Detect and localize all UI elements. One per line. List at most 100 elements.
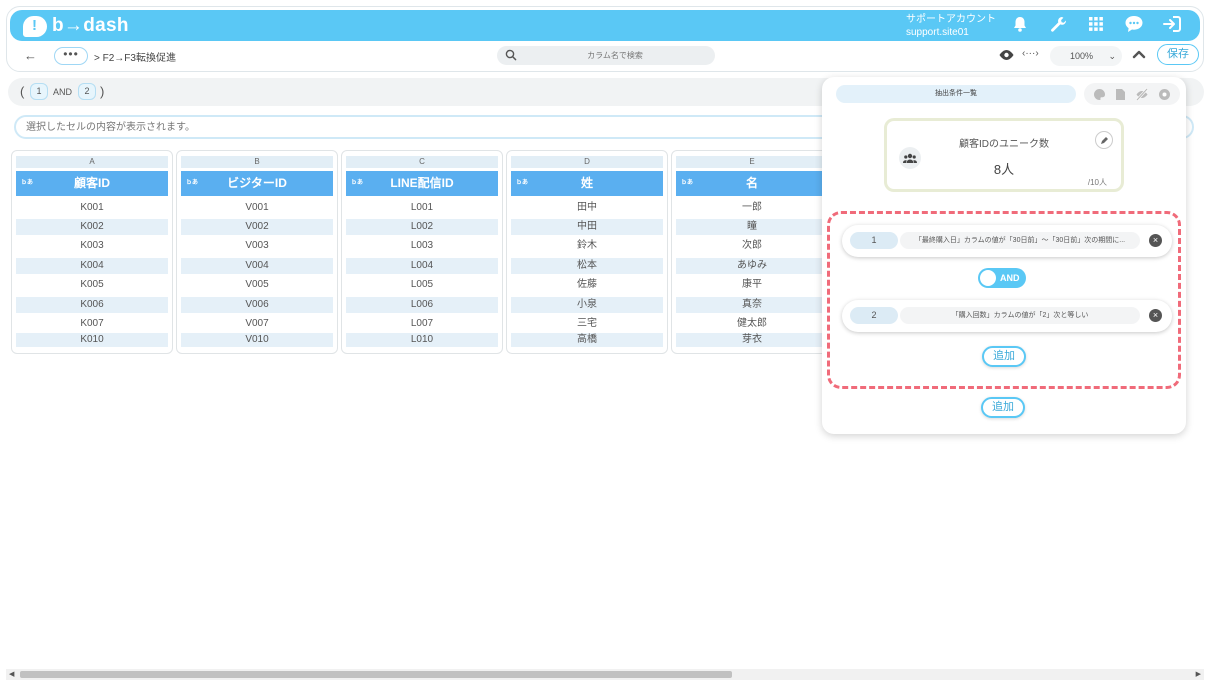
logout-icon[interactable] — [1162, 14, 1182, 34]
table-cell[interactable]: 小泉 — [511, 297, 663, 313]
table-cell[interactable]: V010 — [181, 333, 333, 347]
brand-bar: b→dash サポートアカウント support.site01 — [10, 10, 1200, 41]
column-header-label: ビジターID — [227, 176, 287, 190]
table-cell[interactable]: V003 — [181, 238, 333, 254]
condition-row-1[interactable]: 1 「最終購入日」カラムの値が「30日前」～「30日前」次の期間に... × — [842, 225, 1172, 257]
table-cell[interactable]: L004 — [346, 258, 498, 274]
edit-icon[interactable] — [1095, 131, 1113, 149]
table-cell[interactable]: あゆみ — [676, 258, 828, 274]
document-icon[interactable] — [1115, 88, 1126, 101]
add-group-button[interactable]: 追加 — [981, 397, 1025, 418]
table-cell[interactable]: K006 — [16, 297, 168, 313]
conditions-group: 1 「最終購入日」カラムの値が「30日前」～「30日前」次の期間に... × A… — [827, 211, 1181, 389]
column-c[interactable]: C ｂあ LINE配信ID L001 L002 L003 L004 L005 L0… — [341, 150, 503, 354]
table-cell[interactable]: 真奈 — [676, 297, 828, 313]
column-search[interactable] — [497, 46, 715, 65]
zoom-select[interactable]: 100% ⌄ — [1050, 46, 1122, 66]
condition-number: 1 — [850, 232, 898, 249]
table-cell[interactable]: V001 — [181, 200, 333, 216]
table-cell[interactable]: 健太郎 — [676, 316, 828, 332]
table-cell[interactable]: V002 — [181, 219, 333, 235]
condition-chip-2[interactable]: 2 — [78, 83, 96, 100]
table-cell[interactable]: L007 — [346, 316, 498, 332]
column-header[interactable]: ｂあ ビジターID — [181, 171, 333, 196]
code-icon[interactable]: ‹···› — [1022, 48, 1039, 59]
logo[interactable]: b→dash — [23, 15, 129, 37]
table-cell[interactable]: K001 — [16, 200, 168, 216]
column-e[interactable]: E ｂあ 名 一郎 瞳 次郎 あゆみ 康平 真奈 健太郎 芽衣 — [671, 150, 833, 354]
table-cell[interactable]: 田中 — [511, 200, 663, 216]
table-cell[interactable]: V004 — [181, 258, 333, 274]
column-header[interactable]: ｂあ LINE配信ID — [346, 171, 498, 196]
column-header-label: 顧客ID — [73, 176, 110, 190]
table-cell[interactable]: 鈴木 — [511, 238, 663, 254]
settings-circle-icon[interactable] — [1158, 88, 1171, 101]
table-cell[interactable]: L002 — [346, 219, 498, 235]
table-cell[interactable]: 三宅 — [511, 316, 663, 332]
bell-icon[interactable] — [1010, 14, 1030, 34]
table-cell[interactable]: L003 — [346, 238, 498, 254]
account-name: サポートアカウント — [906, 14, 996, 25]
save-button[interactable]: 保存 — [1157, 44, 1199, 65]
condition-chip-1[interactable]: 1 — [30, 83, 48, 100]
scrollbar-thumb[interactable] — [20, 671, 732, 678]
table-cell[interactable]: 次郎 — [676, 238, 828, 254]
panel-tools — [1084, 83, 1180, 105]
table-cell[interactable]: L010 — [346, 333, 498, 347]
eye-icon[interactable] — [998, 49, 1015, 61]
table-cell[interactable]: K005 — [16, 277, 168, 293]
column-search-input[interactable] — [525, 48, 705, 63]
table-cell[interactable]: 佐藤 — [511, 277, 663, 293]
column-header[interactable]: ｂあ 姓 — [511, 171, 663, 196]
table-cell[interactable]: V005 — [181, 277, 333, 293]
scroll-right-icon[interactable]: ▶ — [1196, 669, 1201, 680]
table-cell[interactable]: 高橋 — [511, 333, 663, 347]
wrench-icon[interactable] — [1048, 14, 1068, 34]
column-a[interactable]: A ｂあ 顧客ID K001 K002 K003 K004 K005 K006 K… — [11, 150, 173, 354]
back-arrow-icon[interactable]: ← — [24, 48, 37, 63]
eye-off-icon[interactable] — [1135, 87, 1149, 101]
remove-condition-icon[interactable]: × — [1149, 234, 1162, 247]
column-letter: E — [676, 156, 828, 168]
table-cell[interactable]: 松本 — [511, 258, 663, 274]
table-cell[interactable]: K002 — [16, 219, 168, 235]
condition-text[interactable]: 「最終購入日」カラムの値が「30日前」～「30日前」次の期間に... — [900, 232, 1140, 249]
table-cell[interactable]: K010 — [16, 333, 168, 347]
table-cell[interactable]: K003 — [16, 238, 168, 254]
text-type-icon: ｂあ — [21, 180, 34, 186]
condition-row-2[interactable]: 2 「購入回数」カラムの値が「2」次と等しい × — [842, 300, 1172, 332]
horizontal-scrollbar[interactable]: ◀ ▶ — [6, 669, 1204, 680]
condition-text[interactable]: 「購入回数」カラムの値が「2」次と等しい — [900, 307, 1140, 324]
palette-icon[interactable] — [1093, 88, 1106, 101]
column-d[interactable]: D ｂあ 姓 田中 中田 鈴木 松本 佐藤 小泉 三宅 高橋 — [506, 150, 668, 354]
table-cell[interactable]: V006 — [181, 297, 333, 313]
table-cell[interactable]: 一郎 — [676, 200, 828, 216]
table-cell[interactable]: V007 — [181, 316, 333, 332]
column-header[interactable]: ｂあ 名 — [676, 171, 828, 196]
table-cell[interactable]: L006 — [346, 297, 498, 313]
table-cell[interactable]: 康平 — [676, 277, 828, 293]
panel-title: 抽出条件一覧 — [836, 85, 1076, 103]
table-cell[interactable]: L001 — [346, 200, 498, 216]
add-condition-button[interactable]: 追加 — [982, 346, 1026, 367]
open-paren: ( — [20, 84, 25, 99]
text-type-icon: ｂあ — [516, 180, 529, 186]
table-cell[interactable]: 瞳 — [676, 219, 828, 235]
column-header-label: 姓 — [580, 176, 593, 190]
table-cell[interactable]: K004 — [16, 258, 168, 274]
table-cell[interactable]: 芽衣 — [676, 333, 828, 347]
chevron-up-icon[interactable] — [1132, 47, 1146, 61]
column-b[interactable]: B ｂあ ビジターID V001 V002 V003 V004 V005 V006… — [176, 150, 338, 354]
grid-icon[interactable] — [1086, 14, 1106, 34]
scroll-left-icon[interactable]: ◀ — [9, 669, 14, 680]
table-cell[interactable]: 中田 — [511, 219, 663, 235]
table-cell[interactable]: K007 — [16, 316, 168, 332]
more-menu-button[interactable]: ••• — [54, 47, 88, 65]
remove-condition-icon[interactable]: × — [1149, 309, 1162, 322]
column-header[interactable]: ｂあ 顧客ID — [16, 171, 168, 196]
logo-text: b→dash — [52, 15, 129, 36]
and-toggle[interactable]: AND — [978, 268, 1026, 288]
chat-icon[interactable] — [1124, 14, 1144, 34]
account-info[interactable]: サポートアカウント support.site01 — [906, 13, 996, 39]
table-cell[interactable]: L005 — [346, 277, 498, 293]
